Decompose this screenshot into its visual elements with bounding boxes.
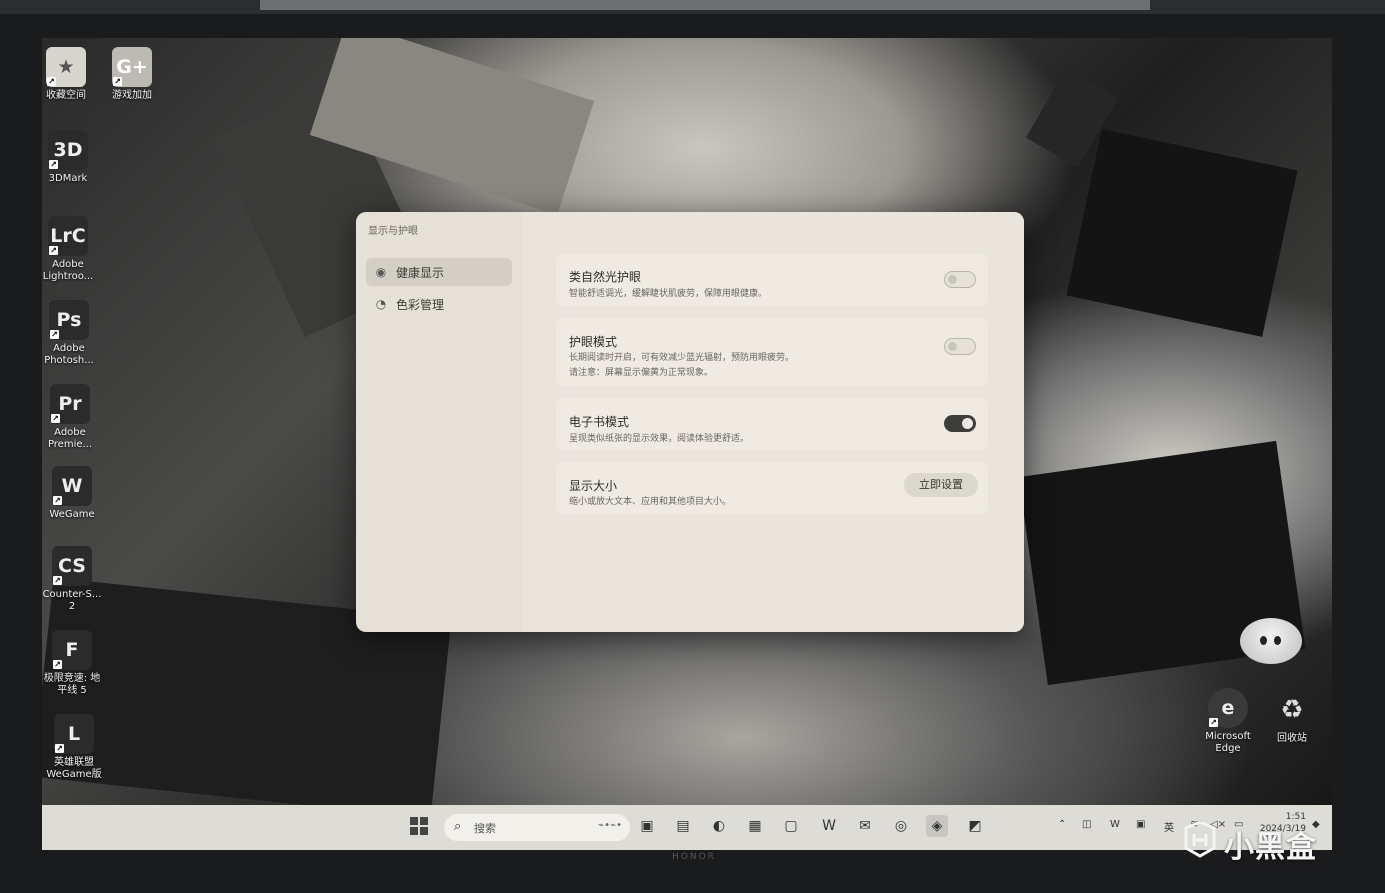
card-desc: 呈现类似纸张的显示效果，阅读体验更舒适。 [569,434,750,444]
counter-strike-icon: CS ↗ [52,546,92,586]
task-view-icon[interactable]: ▣ [636,815,658,837]
nvidia-icon[interactable]: ◩ [964,815,986,837]
file-explorer-icon[interactable]: ▤ [672,815,694,837]
taskbar: ⌕ 搜索 ⌁•⌁• ▣ ▤ ◐ ▦ ▢ W ✉ ◎ ◈ ◩ ⌃ ◫ W ▣ 英 … [42,805,1332,850]
desktop-icon-photoshop[interactable]: Ps ↗ Adobe Photosh... [37,300,101,367]
watermark-text: 小黑盒 [1224,830,1317,865]
tray-overflow-icon[interactable]: ⌃ [1058,819,1066,830]
natural-light-toggle[interactable] [944,271,976,288]
ebook-mode-toggle[interactable] [944,415,976,432]
app-icon[interactable]: ▢ [780,815,802,837]
top-edge-highlight [260,0,1150,10]
desktop-icon-recycle-bin[interactable]: ♻ 回收站 [1260,690,1324,745]
tray-app2-icon[interactable]: ▣ [1136,819,1145,830]
card-ebook-mode: 电子书模式 呈现类似纸张的显示效果，阅读体验更舒适。 [556,398,988,450]
desktop-icon-edge[interactable]: e ↗ Microsoft Edge [1196,688,1260,755]
set-now-button[interactable]: 立即设置 [904,473,978,497]
eyecare-mode-toggle[interactable] [944,338,976,355]
desktop-icon-league-of-legends[interactable]: L ↗ 英雄联盟 WeGame版 [42,714,106,781]
tray-wps-icon[interactable]: W [1110,819,1120,830]
mail-icon[interactable]: ✉ [854,815,876,837]
edge-taskbar-icon[interactable]: ◐ [708,815,730,837]
card-desc: 智能舒适调光，缓解睫状肌疲劳，保障用眼健康。 [569,289,768,299]
photoshop-icon: Ps ↗ [49,300,89,340]
search-placeholder: 搜索 [474,822,496,835]
desktop-icon-favorites[interactable]: ★ ↗ 收藏空间 [34,47,98,102]
desktop-icon-gamejiajia[interactable]: G+ ↗ 游戏加加 [100,47,164,102]
edge-icon: e ↗ [1208,688,1248,728]
steam-icon[interactable]: ◈ [926,815,948,837]
desktop-icon-lightroom[interactable]: LrC ↗ Adobe Lightroo... [36,216,100,283]
xiaoheihe-logo-icon [1184,822,1216,858]
sidebar-item-label: 健康显示 [396,265,445,280]
recycle-bin-icon: ♻ [1280,695,1304,725]
premiere-icon: Pr ↗ [50,384,90,424]
card-title: 显示大小 [569,479,618,493]
card-note: 请注意：屏幕显示偏黄为正常现象。 [569,368,714,378]
rock [1066,129,1298,337]
3dmark-icon: 3D ↗ [48,130,88,170]
card-eyecare-mode: 护眼模式 长期阅读时开启，可有效减少蓝光辐射，预防用眼疲劳。 请注意：屏幕显示偏… [556,318,988,386]
desktop-icon-forza-horizon[interactable]: F ↗ 极限竞速: 地平线 5 [40,630,104,697]
card-title: 类自然光护眼 [569,270,642,284]
gplus-icon: G+ ↗ [112,47,152,87]
search-icon: ⌕ [454,819,462,834]
star-icon: ★ ↗ [46,47,86,87]
desktop-icon-counter-strike[interactable]: CS ↗ Counter-S... 2 [40,546,104,613]
settings-content: 类自然光护眼 智能舒适调光，缓解睫状肌疲劳，保障用眼健康。 护眼模式 长期阅读时… [522,212,1024,632]
eye-icon: ◉ [375,265,387,279]
card-desc: 长期阅读时开启，可有效减少蓝光辐射，预防用眼疲劳。 [569,353,795,363]
lightroom-icon: LrC ↗ [48,216,88,256]
window-title: 显示与护眼 [368,226,418,237]
ime-indicator[interactable]: 英 [1164,819,1174,834]
palette-icon: ◔ [375,297,387,311]
card-display-size: 显示大小 缩小或放大文本、应用和其他项目大小。 立即设置 [556,462,988,514]
assistant-mascot-icon[interactable] [1240,618,1302,664]
card-title: 护眼模式 [569,335,618,349]
sidebar-item-health-display[interactable]: ◉ 健康显示 [366,258,512,286]
desktop-icon-3dmark[interactable]: 3D ↗ 3DMark [36,130,100,185]
desktop-icon-wegame[interactable]: W ↗ WeGame [40,466,104,521]
sidebar-item-label: 色彩管理 [396,297,445,312]
search-app-icon[interactable]: ◎ [890,815,912,837]
forza-icon: F ↗ [52,630,92,670]
search-highlight-icon: ⌁•⌁• [598,820,622,831]
desktop-icon-premiere[interactable]: Pr ↗ Adobe Premie... [38,384,102,451]
league-icon: L ↗ [54,714,94,754]
start-menu-icon[interactable] [408,815,430,837]
display-eyecare-window: 显示与护眼 — ✕ ◉ 健康显示 ◔ 色彩管理 类自然光护眼 智能舒适调光，缓解… [356,212,1024,632]
card-title: 电子书模式 [569,415,630,429]
card-natural-light-eyecare: 类自然光护眼 智能舒适调光，缓解睫状肌疲劳，保障用眼健康。 [556,254,988,306]
card-desc: 缩小或放大文本、应用和其他项目大小。 [569,497,732,507]
monitor-brand: HONOR [672,852,716,862]
tray-app-icon[interactable]: ◫ [1082,819,1091,830]
taskbar-search[interactable]: ⌕ 搜索 ⌁•⌁• [444,814,630,841]
wegame-icon: W ↗ [52,466,92,506]
wps-icon[interactable]: W [818,815,840,837]
store-icon[interactable]: ▦ [744,815,766,837]
sidebar-item-color-management[interactable]: ◔ 色彩管理 [366,290,512,318]
